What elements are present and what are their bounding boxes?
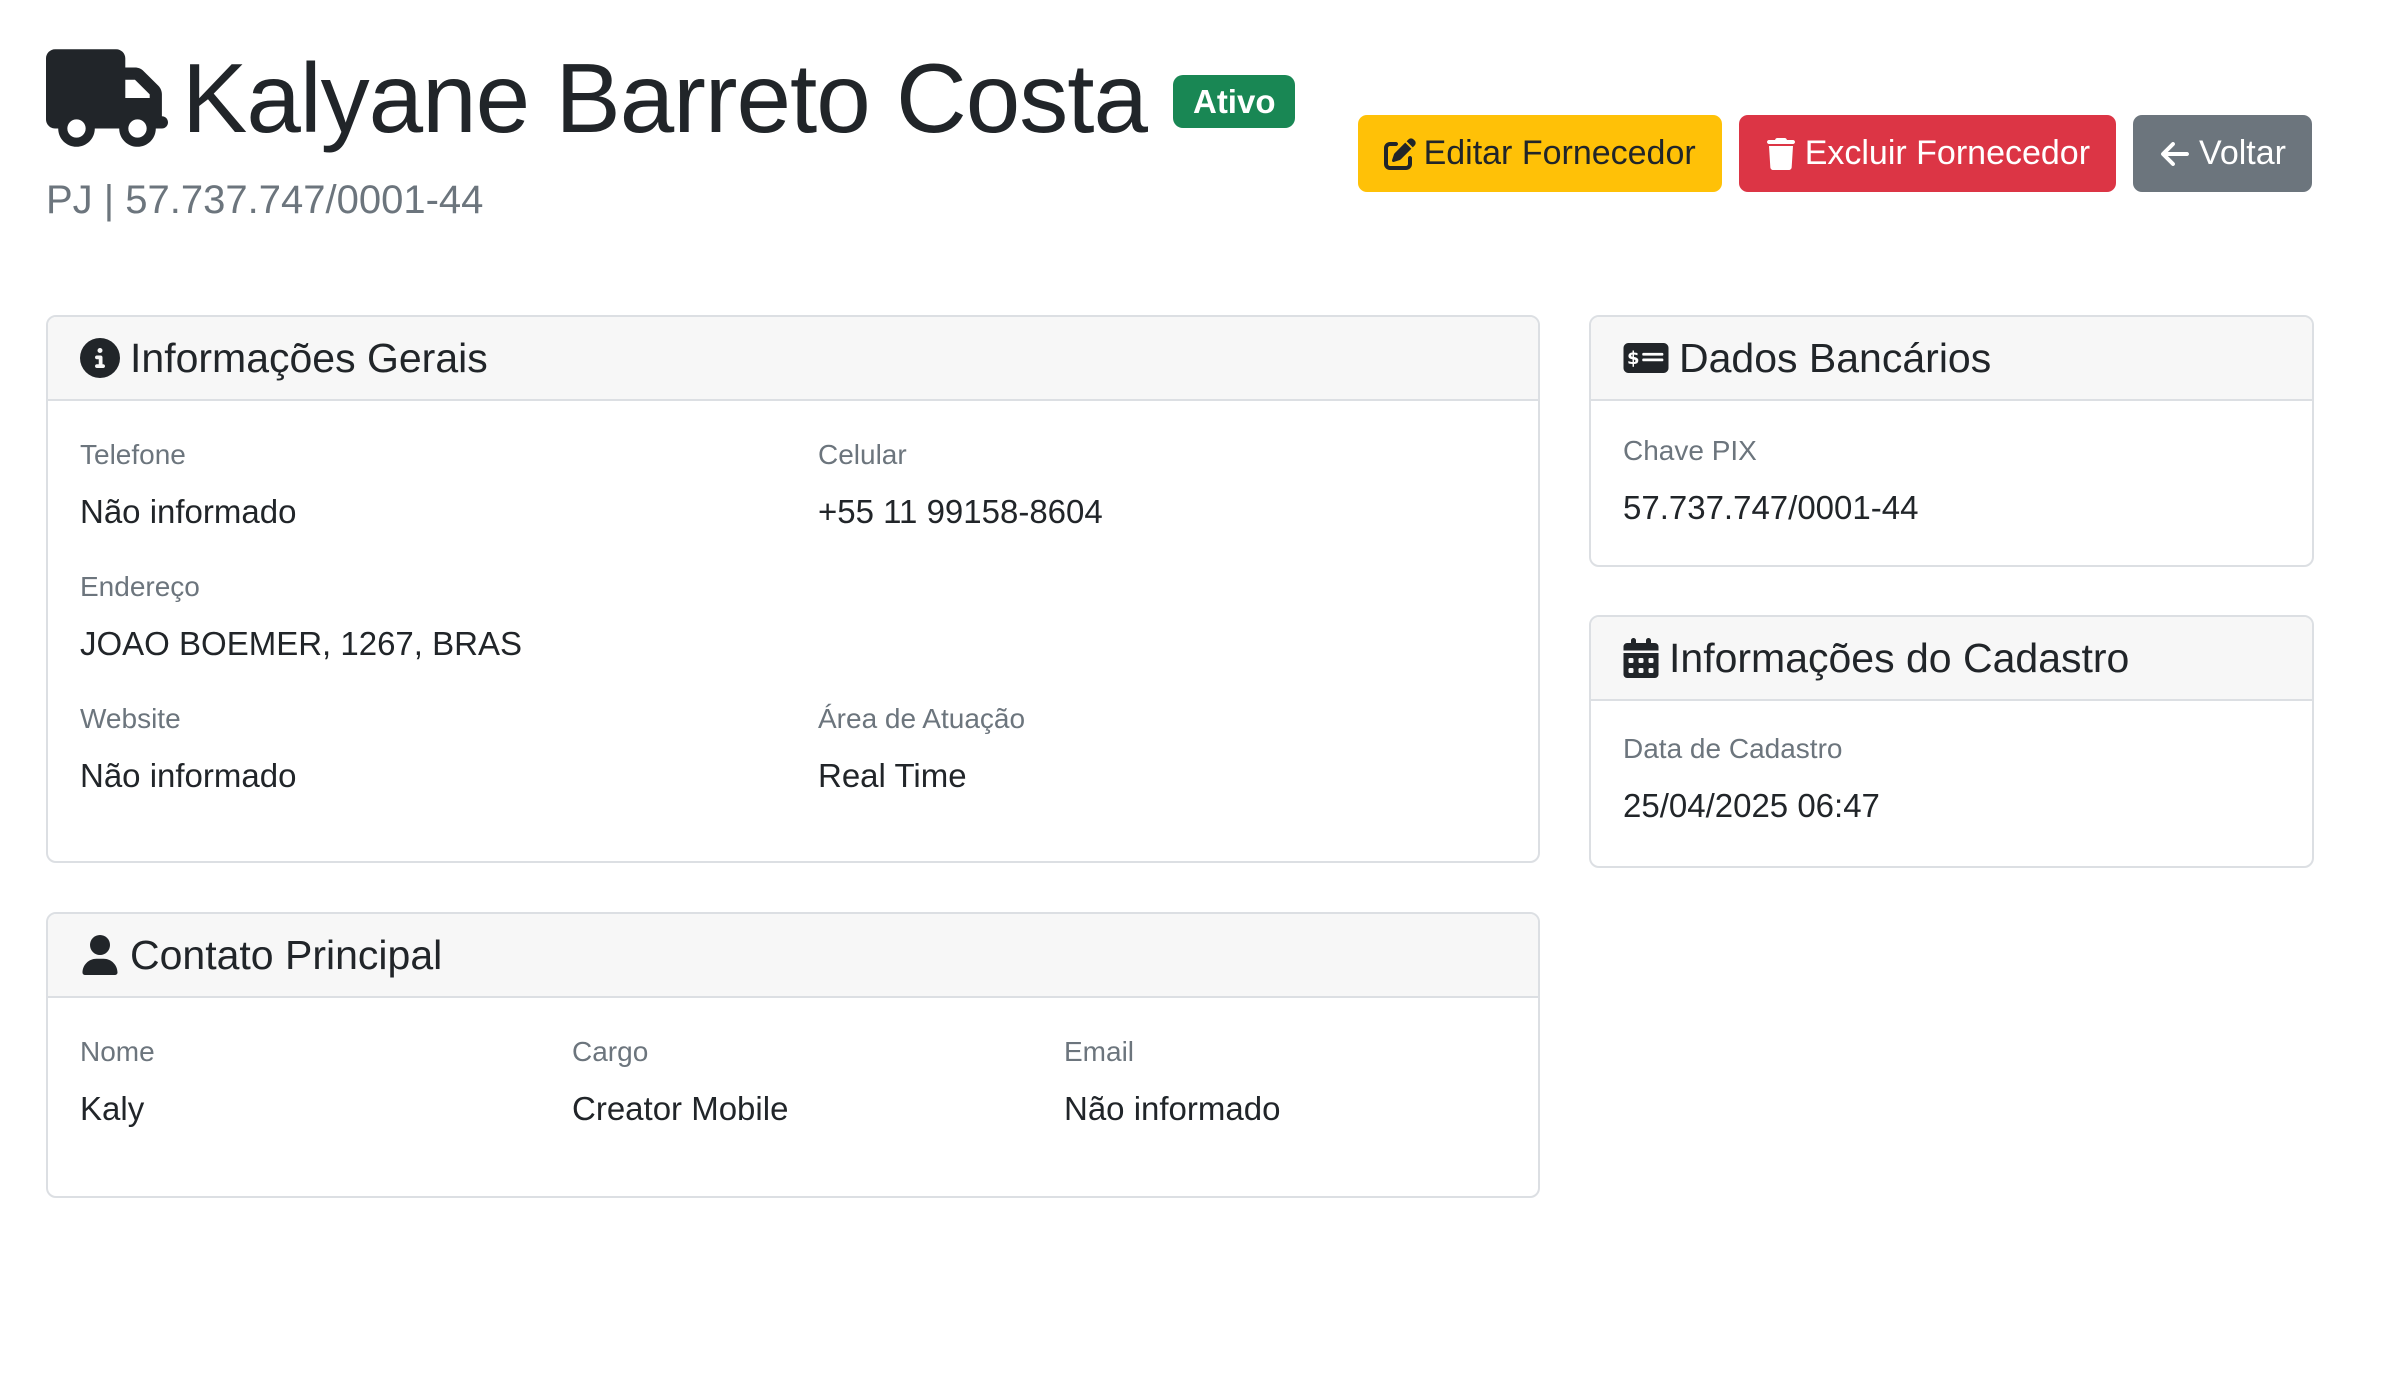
registration-date-field: Data de Cadastro 25/04/2025 06:47 — [1623, 733, 1880, 825]
general-info-card: Informações Gerais Telefone Não informad… — [46, 315, 1540, 863]
calendar-icon — [1623, 638, 1659, 678]
address-value: JOAO BOEMER, 1267, BRAS — [80, 625, 522, 662]
contact-name-field: Nome Kaly — [80, 1036, 155, 1128]
edit-supplier-button[interactable]: Editar Fornecedor — [1357, 115, 1722, 192]
contact-name-value: Kaly — [80, 1090, 145, 1127]
header-actions: Editar Fornecedor Excluir Fornecedor Vol… — [1357, 115, 2312, 192]
money-check-icon: $ — [1623, 343, 1669, 373]
mobile-value: +55 11 99158-8604 — [818, 493, 1103, 530]
main-contact-title: Contato Principal — [130, 931, 443, 978]
pix-label: Chave PIX — [1623, 435, 1757, 466]
area-value: Real Time — [818, 757, 967, 794]
edit-supplier-label: Editar Fornecedor — [1423, 134, 1696, 172]
mobile-field: Celular +55 11 99158-8604 — [818, 439, 1103, 531]
mobile-label: Celular — [818, 439, 907, 470]
page-subtitle: PJ | 57.737.747/0001-44 — [46, 178, 484, 222]
website-value: Não informado — [80, 757, 297, 794]
website-field: Website Não informado — [80, 703, 296, 795]
phone-value: Não informado — [80, 493, 297, 530]
page-title: Kalyane Barreto Costa — [182, 43, 1148, 153]
phone-field: Telefone Não informado — [80, 439, 296, 531]
contact-role-label: Cargo — [572, 1036, 649, 1067]
edit-icon — [1383, 137, 1416, 170]
delete-supplier-label: Excluir Fornecedor — [1804, 134, 2091, 172]
back-label: Voltar — [2199, 134, 2286, 172]
bank-data-card: $ Dados Bancários Chave PIX 57.737.747/0… — [1589, 315, 2314, 567]
title-row: Kalyane Barreto Costa Ativo — [46, 43, 1296, 153]
contact-email-field: Email Não informado — [1064, 1036, 1280, 1128]
registration-info-header: Informações do Cadastro — [1591, 617, 2312, 701]
registration-info-card: Informações do Cadastro Data de Cadastro… — [1589, 615, 2314, 868]
arrow-left-icon — [2161, 141, 2190, 166]
contact-email-label: Email — [1064, 1036, 1135, 1067]
back-button[interactable]: Voltar — [2133, 115, 2312, 192]
registration-date-label: Data de Cadastro — [1623, 733, 1843, 764]
pix-field: Chave PIX 57.737.747/0001-44 — [1623, 435, 1918, 527]
supplier-detail-page: Kalyane Barreto Costa Ativo PJ | 57.737.… — [0, 0, 2382, 1398]
contact-name-label: Nome — [80, 1036, 155, 1067]
phone-label: Telefone — [80, 439, 186, 470]
main-contact-card: Contato Principal Nome Kaly Cargo Creato… — [46, 912, 1540, 1198]
user-icon — [82, 935, 118, 975]
pix-value: 57.737.747/0001-44 — [1623, 489, 1919, 526]
contact-role-value: Creator Mobile — [572, 1090, 789, 1127]
delete-supplier-button[interactable]: Excluir Fornecedor — [1738, 115, 2117, 192]
info-circle-icon — [80, 338, 120, 378]
main-contact-header: Contato Principal — [48, 914, 1538, 998]
general-info-title: Informações Gerais — [130, 334, 488, 381]
page-header: Kalyane Barreto Costa Ativo PJ | 57.737.… — [46, 43, 1296, 223]
registration-info-title: Informações do Cadastro — [1669, 634, 2130, 681]
area-label: Área de Atuação — [818, 703, 1026, 734]
contact-role-field: Cargo Creator Mobile — [572, 1036, 788, 1128]
svg-text:$: $ — [1627, 348, 1640, 369]
address-field: Endereço JOAO BOEMER, 1267, BRAS — [80, 571, 522, 663]
bank-data-header: $ Dados Bancários — [1591, 317, 2312, 401]
status-badge: Ativo — [1172, 74, 1296, 128]
area-field: Área de Atuação Real Time — [818, 703, 1025, 795]
truck-icon — [46, 49, 168, 147]
contact-email-value: Não informado — [1064, 1090, 1281, 1127]
trash-icon — [1766, 137, 1795, 170]
registration-date-value: 25/04/2025 06:47 — [1623, 787, 1880, 824]
website-label: Website — [80, 703, 181, 734]
bank-data-title: Dados Bancários — [1679, 334, 1992, 381]
general-info-header: Informações Gerais — [48, 317, 1538, 401]
address-label: Endereço — [80, 571, 200, 602]
